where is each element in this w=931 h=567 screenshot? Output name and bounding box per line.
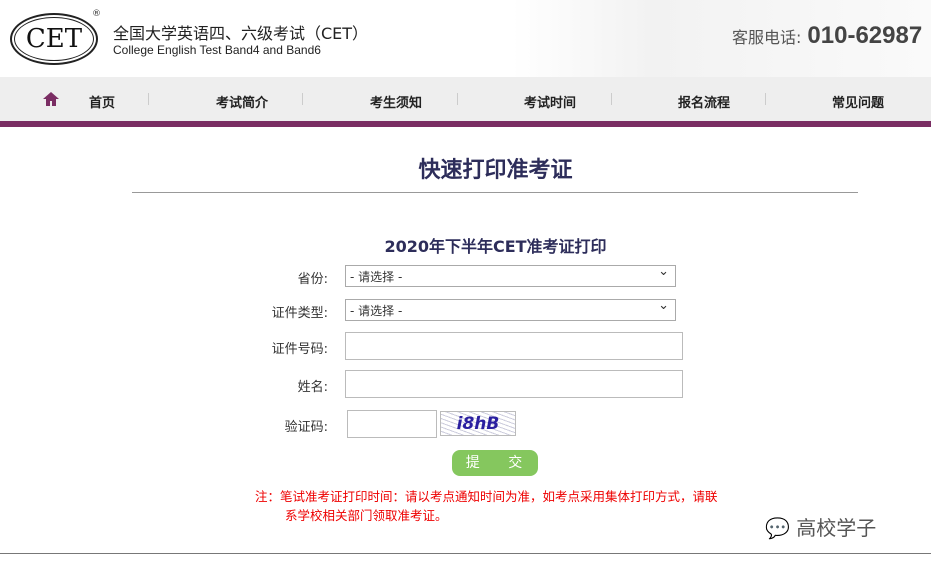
footer-divider (0, 553, 931, 554)
captcha-image[interactable]: i8hB (440, 411, 516, 436)
submit-button[interactable]: 提 交 (452, 450, 538, 476)
header: CET ® 全国大学英语四、六级考试（CET） College English … (0, 0, 931, 77)
print-note: 注：笔试准考证打印时间：请以考点通知时间为准，如考点采用集体打印方式，请联系学校… (255, 487, 785, 525)
name-label: 姓名: (297, 380, 328, 395)
watermark-text: 高校学子 (796, 516, 877, 540)
nav-exam-time[interactable]: 考试时间 (524, 92, 576, 111)
id-number-label: 证件号码: (271, 342, 328, 357)
id-type-select[interactable]: - 请选择 - (345, 298, 676, 321)
site-title: 全国大学英语四、六级考试（CET） (113, 24, 369, 43)
divider (132, 192, 858, 193)
captcha-input[interactable] (347, 410, 437, 438)
nav-faq[interactable]: 常见问题 (832, 92, 884, 111)
nav-exam-intro[interactable]: 考试简介 (216, 92, 268, 111)
cet-logo[interactable]: CET (10, 13, 98, 65)
wechat-icon: 💬 (765, 516, 790, 540)
province-select[interactable]: - 请选择 - (345, 264, 676, 287)
home-icon[interactable] (43, 92, 59, 106)
nav-divider (611, 93, 612, 105)
registered-icon: ® (92, 9, 101, 19)
nav-divider (457, 93, 458, 105)
phone-number: 010-62987 (807, 22, 923, 49)
name-input[interactable] (345, 370, 683, 398)
province-label: 省份: (297, 272, 328, 287)
service-phone: 客服电话: 010-62987 (732, 22, 922, 50)
nav-divider (302, 93, 303, 105)
captcha-label: 验证码: (284, 420, 328, 435)
nav-home[interactable]: 首页 (89, 92, 115, 111)
nav-divider (765, 93, 766, 105)
page-title: 快速打印准考证 (418, 158, 573, 183)
watermark: 💬 高校学子 (765, 512, 876, 541)
note-line-2: 系学校相关部门领取准考证。 (285, 508, 448, 523)
form-title: 2020年下半年CET准考证打印 (384, 237, 607, 256)
nav-divider (148, 93, 149, 105)
site-subtitle: College English Test Band4 and Band6 (113, 43, 321, 57)
phone-label: 客服电话: (732, 28, 802, 47)
main-nav (0, 77, 931, 121)
note-line-1: 注：笔试准考证打印时间：请以考点通知时间为准，如考点采用集体打印方式，请联 (255, 489, 718, 504)
id-number-input[interactable] (345, 332, 683, 360)
nav-candidate-notice[interactable]: 考生须知 (370, 92, 422, 111)
nav-registration[interactable]: 报名流程 (678, 92, 730, 111)
nav-accent-bar (0, 121, 931, 127)
id-type-label: 证件类型: (271, 306, 328, 321)
